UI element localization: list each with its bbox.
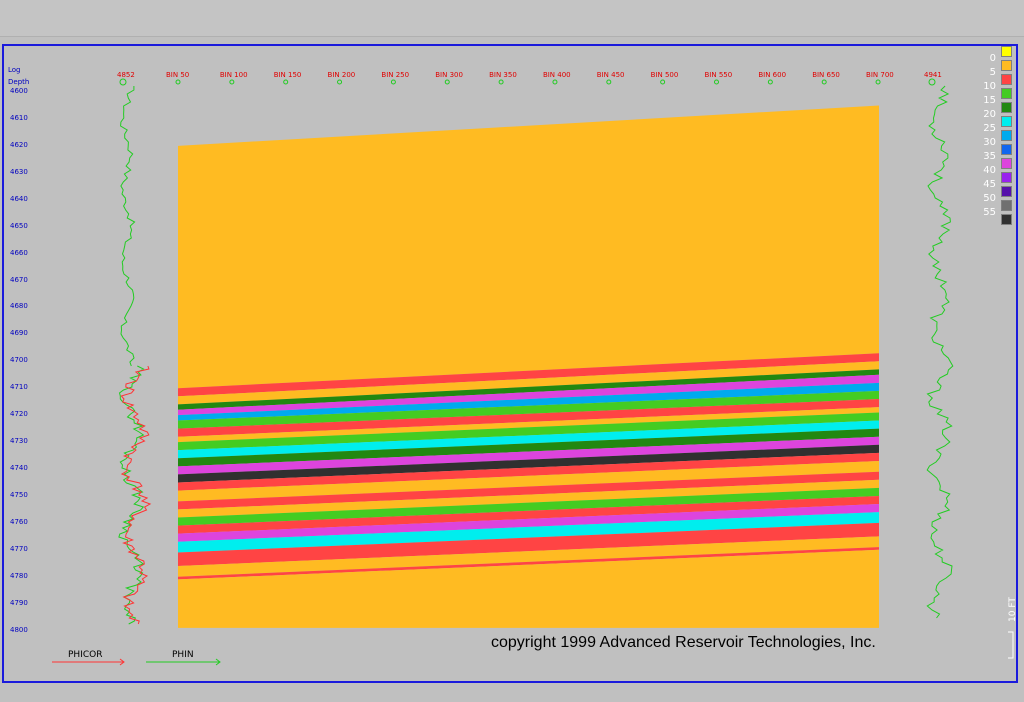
legend-swatch [1001,214,1012,225]
bin-marker [821,79,827,85]
bin-marker [875,79,881,85]
well-left-marker [119,78,127,86]
legend-swatch [1001,88,1012,99]
chart-band [178,105,879,389]
legend-label: 45 [983,179,996,190]
phin-label: PHIN [172,650,194,660]
legend-label: 10 [983,81,996,92]
well-right-marker [928,78,936,86]
legend-label: 55 [983,207,996,218]
legend-label: 50 [983,193,996,204]
legend-swatch [1001,186,1012,197]
bin-marker [337,79,343,85]
bin-marker [714,79,719,85]
legend-swatch [1001,102,1012,113]
cross-section-chart [52,78,1014,666]
bin-marker [767,79,773,85]
scale-bar [1008,631,1014,659]
legend-label: 15 [983,95,996,106]
legend-label: 0 [989,53,996,64]
bin-marker [498,79,504,85]
bin-marker [606,79,612,85]
phin-curve-left [120,86,136,367]
bin-marker [444,79,450,85]
bin-marker [390,79,396,85]
phicor-label: PHICOR [68,650,103,660]
legend-swatch [1001,46,1012,57]
bin-marker [175,79,181,85]
bin-marker [660,79,666,85]
legend-swatch [1001,144,1012,155]
legend-swatch [1001,116,1012,127]
scale-label: 10 FT [1008,597,1018,622]
legend-swatch [1001,200,1012,211]
copyright-text: copyright 1999 Advanced Reservoir Techno… [491,634,876,651]
legend-swatch [1001,74,1012,85]
legend-label: 5 [989,67,996,78]
legend-label: 40 [983,165,996,176]
legend-label: 20 [983,109,996,120]
legend-swatch [1001,130,1012,141]
legend-label: 25 [983,123,996,134]
bin-marker [552,79,558,85]
phin-curve-right [926,85,954,619]
legend-swatch [1001,60,1012,71]
legend-swatch [1001,172,1012,183]
legend-label: 30 [983,137,996,148]
legend-swatch [1001,158,1012,169]
legend-label: 35 [983,151,996,162]
bin-marker [229,79,235,85]
bin-marker [283,79,289,85]
